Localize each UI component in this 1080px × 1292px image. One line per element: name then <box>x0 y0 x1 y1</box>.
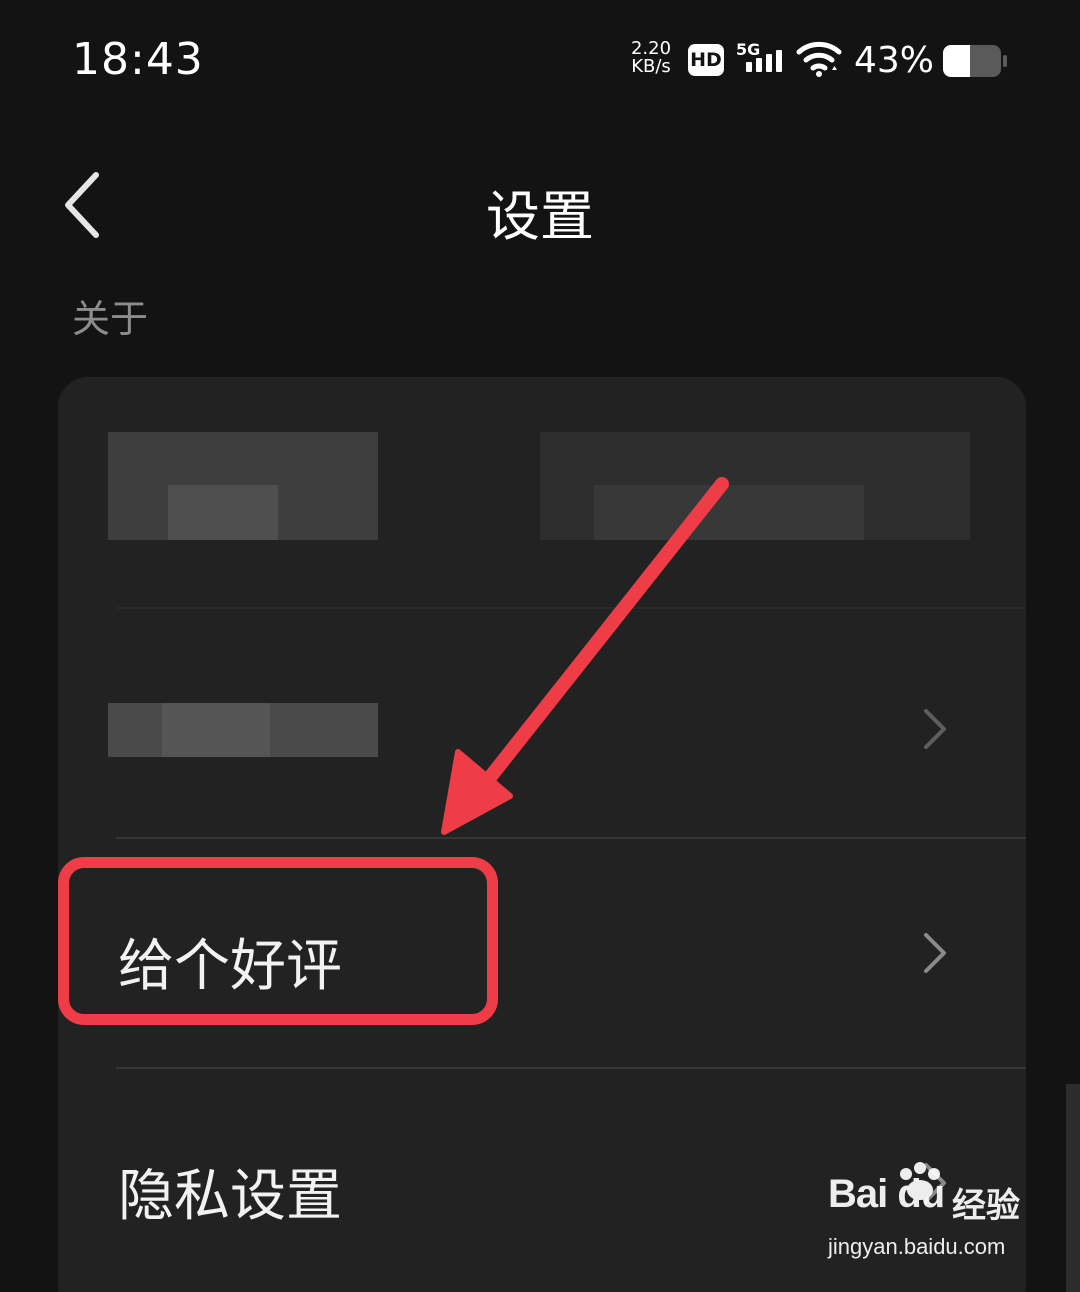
chevron-right-icon <box>924 709 946 749</box>
settings-screen: 18:43 2.20 KB/s HD 5G 43% 设置 关于 给个好评 隐私设… <box>0 0 1080 1292</box>
redacted-block <box>168 485 278 540</box>
wifi-icon <box>796 40 842 78</box>
status-time: 18:43 <box>72 34 204 85</box>
paw-icon <box>900 1162 940 1200</box>
list-item-redacted-2[interactable] <box>58 609 1026 837</box>
status-bar: 18:43 2.20 KB/s HD 5G 43% <box>0 0 1080 120</box>
highlight-box <box>58 857 498 1025</box>
page-title: 设置 <box>486 185 594 248</box>
watermark-url: jingyan.baidu.com <box>828 1234 1006 1259</box>
battery-icon <box>942 44 1008 78</box>
redacted-block <box>162 703 270 757</box>
list-item-redacted-1[interactable] <box>58 377 1026 592</box>
battery-percent: 43% <box>854 40 935 81</box>
network-speed-unit: KB/s <box>631 56 671 77</box>
watermark-cn: 经验 <box>952 1186 1020 1226</box>
scrollbar[interactable] <box>1066 1084 1080 1292</box>
redacted-block <box>594 485 864 540</box>
hd-icon: HD <box>688 44 724 76</box>
section-label-about: 关于 <box>72 297 149 341</box>
list-item-label: 隐私设置 <box>118 1164 342 1229</box>
chevron-right-icon <box>924 933 946 973</box>
settings-card: 给个好评 隐私设置 <box>58 377 1026 1292</box>
cellular-signal-icon: 5G <box>736 40 786 76</box>
network-speed: 2.20 KB/s <box>626 40 676 76</box>
baidu-jingyan-watermark: Bai du 经验 jingyan.baidu.com <box>828 1162 1028 1272</box>
